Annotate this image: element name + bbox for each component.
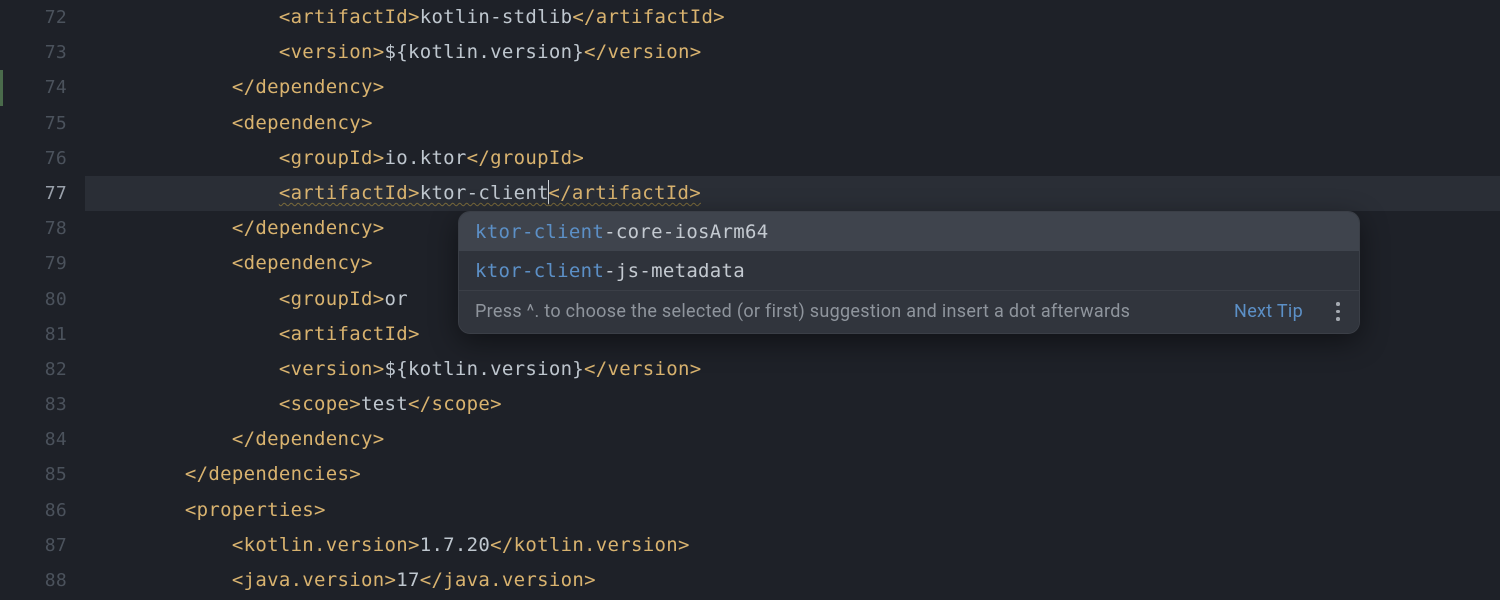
code-line[interactable]: <version>${kotlin.version}</version> — [85, 35, 1500, 70]
gutter-line: 83 — [0, 387, 67, 422]
code-line[interactable]: </dependency> — [85, 70, 1500, 105]
code-line[interactable]: <dependency> — [85, 106, 1500, 141]
code-line[interactable]: <properties> — [85, 493, 1500, 528]
completion-popup: ktor-client-core-iosArm64 ktor-client-js… — [458, 211, 1360, 334]
gutter-line: 86 — [0, 493, 67, 528]
completion-hint-text: Press ^. to choose the selected (or firs… — [475, 301, 1130, 322]
gutter-line: 78 — [0, 211, 67, 246]
gutter-line: 76 — [0, 141, 67, 176]
completion-item-selected[interactable]: ktor-client-core-iosArm64 — [459, 212, 1359, 251]
code-area[interactable]: <artifactId>kotlin-stdlib</artifactId> <… — [85, 0, 1500, 600]
code-editor: 72 73 74 75 76 77 78 79 80 81 82 83 84 8… — [0, 0, 1500, 600]
gutter-line: 74 — [0, 70, 67, 105]
code-line[interactable]: <version>${kotlin.version}</version> — [85, 352, 1500, 387]
more-options-icon[interactable] — [1331, 302, 1345, 321]
code-line[interactable]: </dependencies> — [85, 457, 1500, 492]
gutter-line: 72 — [0, 0, 67, 35]
gutter-line: 84 — [0, 422, 67, 457]
code-line[interactable]: <artifactId>kotlin-stdlib</artifactId> — [85, 0, 1500, 35]
code-line-current[interactable]: <artifactId>ktor-client</artifactId> — [85, 176, 1500, 211]
code-line[interactable]: <groupId>io.ktor</groupId> — [85, 141, 1500, 176]
completion-hint-bar: Press ^. to choose the selected (or firs… — [459, 290, 1359, 333]
code-line[interactable]: <java.version>17</java.version> — [85, 563, 1500, 598]
code-line[interactable]: </dependency> — [85, 422, 1500, 457]
gutter-line: 87 — [0, 528, 67, 563]
code-line[interactable]: <kotlin.version>1.7.20</kotlin.version> — [85, 528, 1500, 563]
next-tip-link[interactable]: Next Tip — [1234, 301, 1303, 322]
completion-item[interactable]: ktor-client-js-metadata — [459, 251, 1359, 290]
gutter-line: 88 — [0, 563, 67, 598]
gutter-line: 75 — [0, 106, 67, 141]
gutter-change-marker — [0, 70, 3, 105]
gutter-line: 73 — [0, 35, 67, 70]
gutter-line: 80 — [0, 282, 67, 317]
code-line[interactable]: <scope>test</scope> — [85, 387, 1500, 422]
gutter-line-current: 77 — [0, 176, 67, 211]
line-number-gutter: 72 73 74 75 76 77 78 79 80 81 82 83 84 8… — [0, 0, 85, 600]
gutter-line: 79 — [0, 246, 67, 281]
gutter-line: 81 — [0, 317, 67, 352]
gutter-line: 85 — [0, 457, 67, 492]
gutter-line: 82 — [0, 352, 67, 387]
